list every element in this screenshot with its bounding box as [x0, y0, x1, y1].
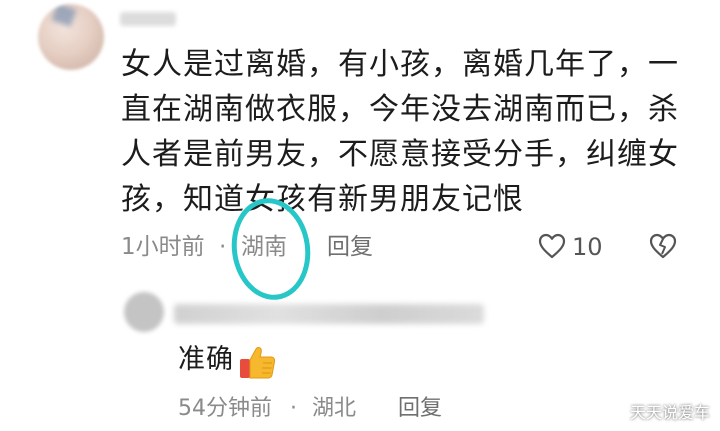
reply-button[interactable]: 回复 — [327, 231, 373, 263]
comment-time: 1小时前 — [121, 234, 205, 260]
reply-meta: 54分钟前 · 湖北 回复 — [178, 394, 478, 424]
reply-reply-button[interactable]: 回复 — [398, 394, 442, 424]
meta-separator: · — [290, 396, 297, 421]
reply-location: 湖北 — [312, 396, 357, 421]
thumbs-up-emoji-icon — [240, 347, 276, 379]
heart-icon — [538, 233, 566, 259]
like-count: 10 — [572, 233, 603, 261]
broken-heart-icon[interactable] — [649, 233, 677, 259]
comment-text: 女人是过离婚，有小孩，离婚几年了，一直在湖南做衣服，今年没去湖南而已，杀人者是前… — [121, 47, 679, 217]
comment-meta: 1小时前 · 湖南 回复 10 — [121, 231, 701, 263]
commenter-avatar[interactable] — [38, 4, 104, 70]
meta-separator: · — [219, 234, 227, 260]
watermark: 天天说爱车 — [629, 403, 710, 422]
comment-location: 湖南 — [241, 234, 287, 260]
replier-name-blurred[interactable] — [174, 304, 484, 324]
replier-avatar[interactable] — [124, 292, 164, 332]
reply-time: 54分钟前 — [178, 396, 272, 421]
commenter-name-blurred[interactable] — [120, 12, 176, 26]
reply-text: 准确 — [178, 344, 234, 375]
